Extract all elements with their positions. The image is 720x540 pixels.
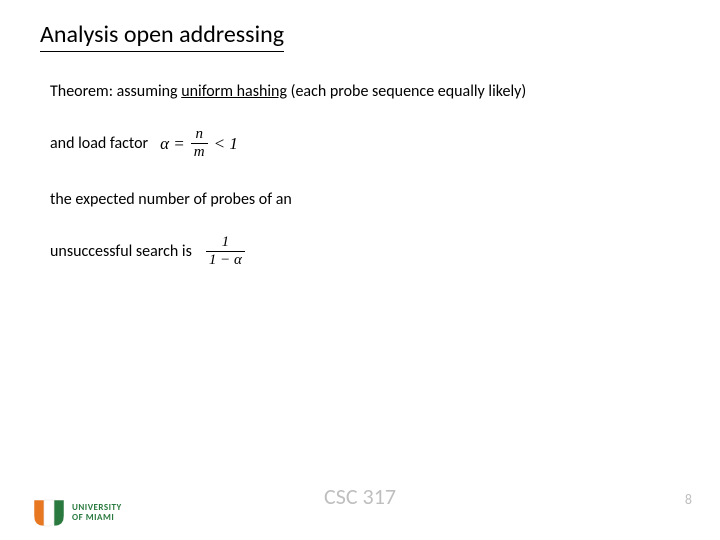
university-logo: UNIVERSITY OF MIAMI — [32, 498, 122, 528]
logo-text: UNIVERSITY OF MIAMI — [72, 503, 122, 523]
theorem-emph: uniform hashing — [181, 82, 287, 101]
frac2-den: 1 − α — [206, 251, 245, 268]
theorem-suffix: (each probe sequence equally likely) — [287, 82, 526, 101]
expected-line: the expected number of probes of an — [50, 190, 680, 209]
fraction-n-m: n m — [191, 127, 208, 160]
unsuccessful-line: unsuccessful search is 1 1 − α — [50, 235, 680, 268]
frac-den: m — [191, 143, 208, 160]
logo-u-icon — [32, 498, 66, 528]
course-code: CSC 317 — [324, 483, 396, 510]
fraction-1-1alpha: 1 1 − α — [206, 235, 245, 268]
footer: UNIVERSITY OF MIAMI CSC 317 8 — [0, 478, 720, 528]
formula-cmp: < 1 — [214, 134, 238, 154]
formula-alpha: α = n m < 1 — [160, 127, 238, 160]
unsuccessful-label: unsuccessful search is — [50, 242, 192, 261]
logo-line2: OF MIAMI — [72, 513, 122, 523]
slide-title: Analysis open addressing — [40, 20, 284, 52]
frac2-num: 1 — [219, 235, 233, 251]
formula-lhs: α = — [160, 134, 185, 154]
slide: Analysis open addressing Theorem: assumi… — [0, 0, 720, 540]
frac-num: n — [192, 127, 206, 143]
theorem-line: Theorem: assuming uniform hashing (each … — [50, 82, 680, 101]
loadfactor-label: and load factor — [50, 134, 148, 153]
slide-content: Theorem: assuming uniform hashing (each … — [40, 82, 680, 268]
theorem-prefix: Theorem: assuming — [50, 82, 181, 101]
loadfactor-line: and load factor α = n m < 1 — [50, 127, 680, 160]
formula-probes: 1 1 − α — [204, 235, 247, 268]
page-number: 8 — [685, 491, 692, 508]
